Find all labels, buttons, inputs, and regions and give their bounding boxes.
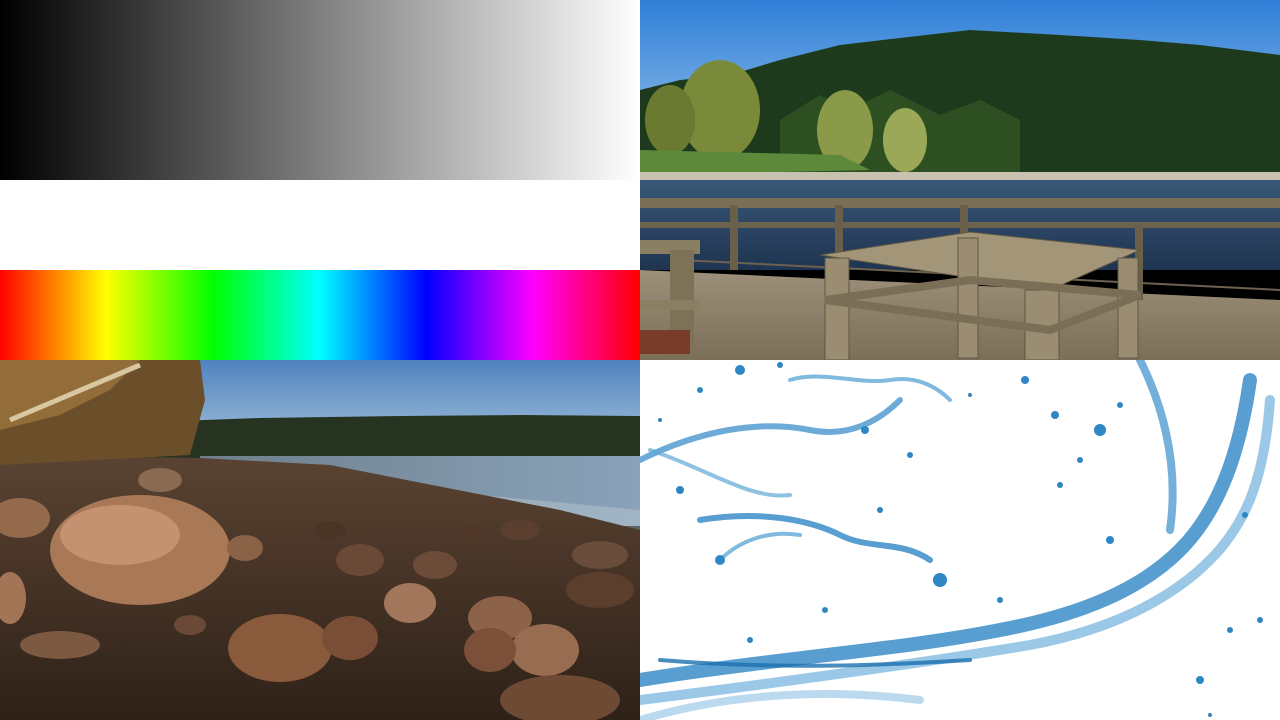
white-band — [0, 180, 640, 270]
far-forest — [150, 415, 640, 460]
lakeside-dock-illustration — [640, 0, 1280, 360]
water-splash-photo — [640, 360, 1280, 720]
lakeside-dock-photo — [640, 0, 1280, 360]
image-grid — [0, 0, 1280, 720]
hue-spectrum — [0, 270, 640, 360]
water-splash-illustration — [640, 360, 1280, 720]
rocky-shore-illustration — [0, 360, 640, 720]
test-pattern-panel — [0, 0, 640, 360]
grayscale-ramp — [0, 0, 640, 180]
rocky-shore-photo — [0, 360, 640, 720]
